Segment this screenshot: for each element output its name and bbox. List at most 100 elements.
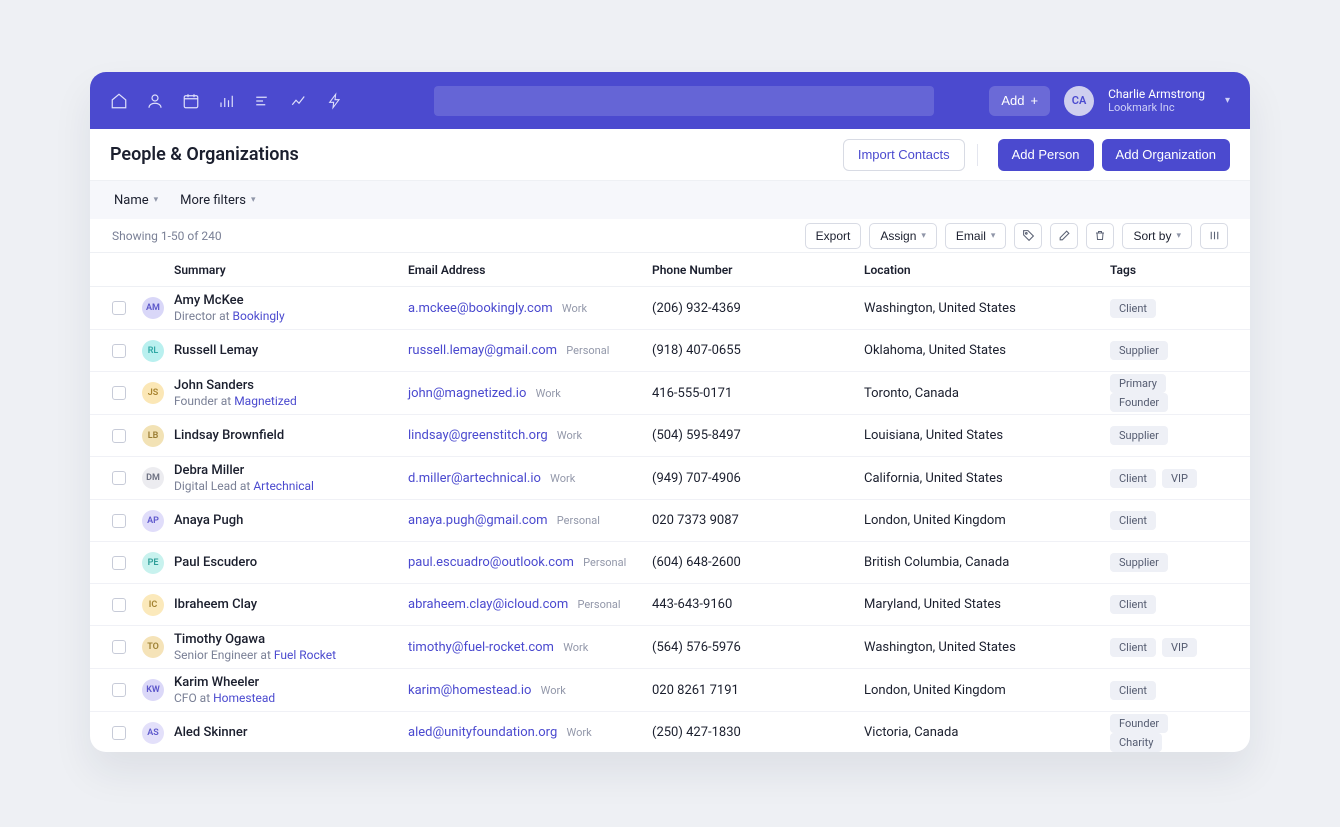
table-row[interactable]: TO Timothy Ogawa Senior Engineer at Fuel…	[90, 626, 1250, 669]
tag[interactable]: Client	[1110, 299, 1156, 318]
table-row[interactable]: AS Aled Skinner aled@unityfoundation.org…	[90, 712, 1250, 752]
add-button-label: Add	[1001, 93, 1024, 108]
bars-icon[interactable]	[218, 92, 236, 110]
person-role: Director at Bookingly	[174, 309, 408, 323]
table-row[interactable]: AP Anaya Pugh anaya.pugh@gmail.com Perso…	[90, 500, 1250, 542]
tag[interactable]: VIP	[1162, 469, 1197, 488]
tag[interactable]: Client	[1110, 681, 1156, 700]
chevron-down-icon[interactable]: ▾	[1225, 95, 1230, 106]
table-row[interactable]: AM Amy McKee Director at Bookingly a.mck…	[90, 287, 1250, 330]
email-link[interactable]: john@magnetized.io	[408, 386, 526, 401]
email-label: Work	[566, 726, 591, 739]
search-input[interactable]	[434, 86, 934, 116]
col-email: Email Address	[408, 263, 652, 277]
phone: 020 7373 9087	[652, 513, 864, 528]
user-avatar[interactable]: CA	[1064, 86, 1094, 116]
email-link[interactable]: d.miller@artechnical.io	[408, 471, 541, 486]
row-checkbox[interactable]	[112, 640, 126, 654]
export-button[interactable]: Export	[805, 223, 862, 249]
person-icon[interactable]	[146, 92, 164, 110]
row-checkbox[interactable]	[112, 344, 126, 358]
tag[interactable]: Supplier	[1110, 553, 1168, 572]
table-row[interactable]: JS John Sanders Founder at Magnetized jo…	[90, 372, 1250, 415]
bolt-icon[interactable]	[326, 92, 344, 110]
user-meta[interactable]: Charlie Armstrong Lookmark Inc	[1108, 87, 1205, 115]
trend-icon[interactable]	[290, 92, 308, 110]
user-org: Lookmark Inc	[1108, 101, 1205, 114]
person-role: Senior Engineer at Fuel Rocket	[174, 648, 408, 662]
add-organization-button[interactable]: Add Organization	[1102, 139, 1230, 171]
edit-icon[interactable]	[1050, 223, 1078, 249]
email-link[interactable]: anaya.pugh@gmail.com	[408, 513, 548, 528]
add-person-button[interactable]: Add Person	[998, 139, 1094, 171]
tag[interactable]: Supplier	[1110, 341, 1168, 360]
location: Oklahoma, United States	[864, 343, 1110, 358]
table-row[interactable]: LB Lindsay Brownfield lindsay@greenstitc…	[90, 415, 1250, 457]
email-label: Personal	[557, 514, 600, 527]
location: Toronto, Canada	[864, 386, 1110, 401]
email-link[interactable]: a.mckee@bookingly.com	[408, 301, 553, 316]
user-name: Charlie Armstrong	[1108, 87, 1205, 101]
tag[interactable]: Client	[1110, 469, 1156, 488]
person-role: Digital Lead at Artechnical	[174, 479, 408, 493]
email-link[interactable]: paul.escuadro@outlook.com	[408, 555, 574, 570]
person-name: Aled Skinner	[174, 725, 408, 740]
tag[interactable]: Primary	[1110, 374, 1166, 393]
email-label: Work	[541, 684, 566, 697]
org-link[interactable]: Fuel Rocket	[274, 648, 336, 662]
row-checkbox[interactable]	[112, 471, 126, 485]
row-checkbox[interactable]	[112, 514, 126, 528]
person-name: John Sanders	[174, 378, 408, 393]
row-checkbox[interactable]	[112, 386, 126, 400]
col-phone: Phone Number	[652, 263, 864, 277]
import-contacts-button[interactable]: Import Contacts	[843, 139, 965, 171]
tag[interactable]: Founder	[1110, 714, 1168, 733]
row-checkbox[interactable]	[112, 429, 126, 443]
hbars-icon[interactable]	[254, 92, 272, 110]
email-link[interactable]: abraheem.clay@icloud.com	[408, 597, 568, 612]
person-name: Ibraheem Clay	[174, 597, 408, 612]
location: British Columbia, Canada	[864, 555, 1110, 570]
org-link[interactable]: Homestead	[213, 691, 275, 705]
tag[interactable]: Client	[1110, 595, 1156, 614]
row-checkbox[interactable]	[112, 301, 126, 315]
add-button[interactable]: Add +	[989, 86, 1050, 116]
tag[interactable]: Founder	[1110, 393, 1168, 412]
org-link[interactable]: Artechnical	[253, 479, 314, 493]
row-checkbox[interactable]	[112, 683, 126, 697]
columns-icon[interactable]	[1200, 223, 1228, 249]
phone: (564) 576-5976	[652, 640, 864, 655]
home-icon[interactable]	[110, 92, 128, 110]
email-link[interactable]: lindsay@greenstitch.org	[408, 428, 548, 443]
sort-button[interactable]: Sort by▾	[1122, 223, 1192, 249]
phone: (949) 707-4906	[652, 471, 864, 486]
email-link[interactable]: timothy@fuel-rocket.com	[408, 640, 554, 655]
location: Victoria, Canada	[864, 725, 1110, 740]
tag[interactable]: Charity	[1110, 733, 1162, 752]
phone: 443-643-9160	[652, 597, 864, 612]
table-row[interactable]: DM Debra Miller Digital Lead at Artechni…	[90, 457, 1250, 500]
assign-button[interactable]: Assign▾	[869, 223, 937, 249]
email-link[interactable]: aled@unityfoundation.org	[408, 725, 557, 740]
email-link[interactable]: karim@homestead.io	[408, 683, 531, 698]
table-row[interactable]: PE Paul Escudero paul.escuadro@outlook.c…	[90, 542, 1250, 584]
tag[interactable]: Client	[1110, 511, 1156, 530]
email-button[interactable]: Email▾	[945, 223, 1007, 249]
row-checkbox[interactable]	[112, 726, 126, 740]
tag[interactable]: VIP	[1162, 638, 1197, 657]
tag[interactable]: Supplier	[1110, 426, 1168, 445]
tag[interactable]: Client	[1110, 638, 1156, 657]
table-row[interactable]: KW Karim Wheeler CFO at Homestead karim@…	[90, 669, 1250, 712]
table-row[interactable]: IC Ibraheem Clay abraheem.clay@icloud.co…	[90, 584, 1250, 626]
email-link[interactable]: russell.lemay@gmail.com	[408, 343, 557, 358]
row-checkbox[interactable]	[112, 556, 126, 570]
org-link[interactable]: Magnetized	[234, 394, 297, 408]
filter-more[interactable]: More filters▾	[180, 193, 255, 208]
table-row[interactable]: RL Russell Lemay russell.lemay@gmail.com…	[90, 330, 1250, 372]
calendar-icon[interactable]	[182, 92, 200, 110]
org-link[interactable]: Bookingly	[233, 309, 285, 323]
row-checkbox[interactable]	[112, 598, 126, 612]
tag-icon[interactable]	[1014, 223, 1042, 249]
trash-icon[interactable]	[1086, 223, 1114, 249]
filter-name[interactable]: Name▾	[114, 193, 158, 208]
